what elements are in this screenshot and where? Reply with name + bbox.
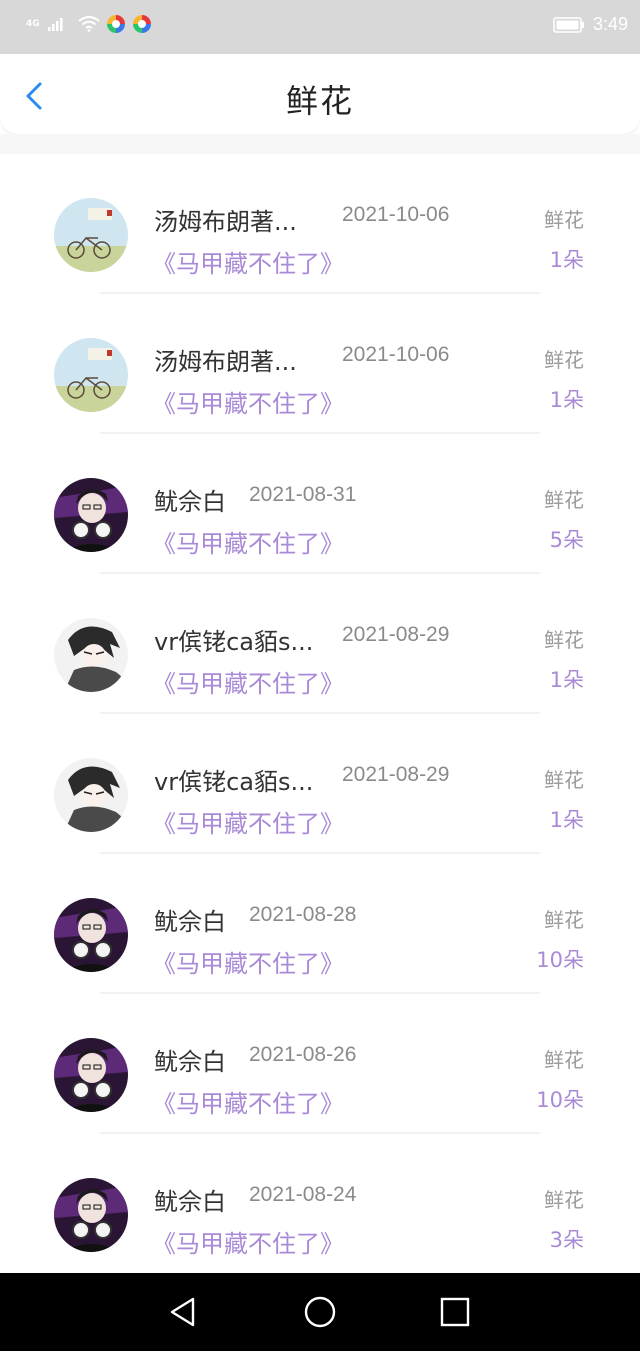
gift-type: 鲜花 xyxy=(544,628,584,652)
user-name: 鱿佘白 xyxy=(154,1188,226,1216)
clock: 3:49 xyxy=(592,14,628,34)
anime-boy-avatar-icon xyxy=(54,618,128,692)
avatar[interactable] xyxy=(54,338,128,412)
avatar[interactable] xyxy=(54,1178,128,1252)
avatar[interactable] xyxy=(54,478,128,552)
page-header: 鲜花 xyxy=(0,54,640,135)
user-name: 鱿佘白 xyxy=(154,908,226,936)
gift-type: 鲜花 xyxy=(544,768,584,792)
gift-date: 2021-08-24 xyxy=(249,1183,357,1206)
gift-date: 2021-10-06 xyxy=(342,203,450,226)
app-notification-icon xyxy=(106,15,125,33)
book-title-link[interactable]: 《马甲藏不住了》 xyxy=(152,244,344,279)
gift-count: 1朵 xyxy=(549,808,584,832)
boy-headphones-avatar-icon xyxy=(54,1178,128,1252)
status-icons-right: 3:49 xyxy=(553,14,628,35)
boy-headphones-avatar-icon xyxy=(54,898,128,972)
gift-type: 鲜花 xyxy=(544,1188,584,1212)
book-title-link[interactable]: 《马甲藏不住了》 xyxy=(152,1224,344,1259)
nav-home-button[interactable] xyxy=(303,1295,337,1329)
bicycle-cover-avatar-icon xyxy=(54,338,128,412)
gift-date: 2021-08-29 xyxy=(342,623,450,646)
book-title-link[interactable]: 《马甲藏不住了》 xyxy=(152,664,344,699)
avatar[interactable] xyxy=(54,898,128,972)
user-name: vr傧铑ca貊s... xyxy=(154,628,314,656)
battery-icon xyxy=(553,16,584,33)
list-item[interactable]: 汤姆布朗著... 2021-10-06 《马甲藏不住了》 鲜花 1朵 xyxy=(0,294,640,434)
list-item[interactable]: vr傧铑ca貊s... 2021-08-29 《马甲藏不住了》 鲜花 1朵 xyxy=(0,574,640,714)
gift-type: 鲜花 xyxy=(544,908,584,932)
user-name: vr傧铑ca貊s... xyxy=(154,768,314,796)
nav-recents-button[interactable] xyxy=(438,1295,472,1329)
gift-type: 鲜花 xyxy=(544,208,584,232)
book-title-link[interactable]: 《马甲藏不住了》 xyxy=(152,804,344,839)
header-separator xyxy=(0,134,640,154)
status-icons-left: 4G xyxy=(26,14,152,34)
avatar[interactable] xyxy=(54,198,128,272)
gift-type: 鲜花 xyxy=(544,348,584,372)
gift-count: 1朵 xyxy=(549,388,584,412)
gift-date: 2021-08-26 xyxy=(249,1043,357,1066)
recents-square-icon xyxy=(440,1297,470,1327)
book-title-link[interactable]: 《马甲藏不住了》 xyxy=(152,524,344,559)
page-title: 鲜花 xyxy=(285,82,354,120)
nav-back-button[interactable] xyxy=(166,1295,200,1329)
wifi-icon xyxy=(78,16,100,32)
gift-date: 2021-10-06 xyxy=(342,343,450,366)
book-title-link[interactable]: 《马甲藏不住了》 xyxy=(152,944,344,979)
list-item[interactable]: 鱿佘白 2021-08-31 《马甲藏不住了》 鲜花 5朵 xyxy=(0,434,640,574)
book-title-link[interactable]: 《马甲藏不住了》 xyxy=(152,1084,344,1119)
gift-count: 10朵 xyxy=(536,1088,584,1112)
flower-records-list: 汤姆布朗著... 2021-10-06 《马甲藏不住了》 鲜花 1朵 汤姆布朗著… xyxy=(0,154,640,1274)
network-type: 4G xyxy=(26,19,40,29)
gift-count: 1朵 xyxy=(549,668,584,692)
home-circle-icon xyxy=(304,1296,336,1328)
signal-icon xyxy=(47,18,63,31)
back-triangle-icon xyxy=(170,1297,195,1327)
anime-boy-avatar-icon xyxy=(54,758,128,832)
gift-type: 鲜花 xyxy=(544,488,584,512)
gift-count: 5朵 xyxy=(549,528,584,552)
gift-count: 10朵 xyxy=(536,948,584,972)
bicycle-cover-avatar-icon xyxy=(54,198,128,272)
gift-type: 鲜花 xyxy=(544,1048,584,1072)
gift-count: 3朵 xyxy=(549,1228,584,1252)
boy-headphones-avatar-icon xyxy=(54,1038,128,1112)
user-name: 汤姆布朗著... xyxy=(154,348,297,376)
boy-headphones-avatar-icon xyxy=(54,478,128,552)
system-nav-bar xyxy=(0,1273,640,1351)
avatar[interactable] xyxy=(54,618,128,692)
list-item[interactable]: 鱿佘白 2021-08-28 《马甲藏不住了》 鲜花 10朵 xyxy=(0,854,640,994)
avatar[interactable] xyxy=(54,1038,128,1112)
user-name: 鱿佘白 xyxy=(154,1048,226,1076)
list-item[interactable]: vr傧铑ca貊s... 2021-08-29 《马甲藏不住了》 鲜花 1朵 xyxy=(0,714,640,854)
gift-date: 2021-08-31 xyxy=(249,483,357,506)
list-item[interactable]: 鱿佘白 2021-08-24 《马甲藏不住了》 鲜花 3朵 xyxy=(0,1134,640,1274)
user-name: 汤姆布朗著... xyxy=(154,208,297,236)
app-notification-icon xyxy=(132,15,151,33)
list-item[interactable]: 鱿佘白 2021-08-26 《马甲藏不住了》 鲜花 10朵 xyxy=(0,994,640,1134)
gift-date: 2021-08-29 xyxy=(342,763,450,786)
book-title-link[interactable]: 《马甲藏不住了》 xyxy=(152,384,344,419)
user-name: 鱿佘白 xyxy=(154,488,226,516)
avatar[interactable] xyxy=(54,758,128,832)
gift-count: 1朵 xyxy=(549,248,584,272)
list-item[interactable]: 汤姆布朗著... 2021-10-06 《马甲藏不住了》 鲜花 1朵 xyxy=(0,154,640,294)
status-bar: 4G 3:49 xyxy=(0,0,640,54)
gift-date: 2021-08-28 xyxy=(249,903,357,926)
